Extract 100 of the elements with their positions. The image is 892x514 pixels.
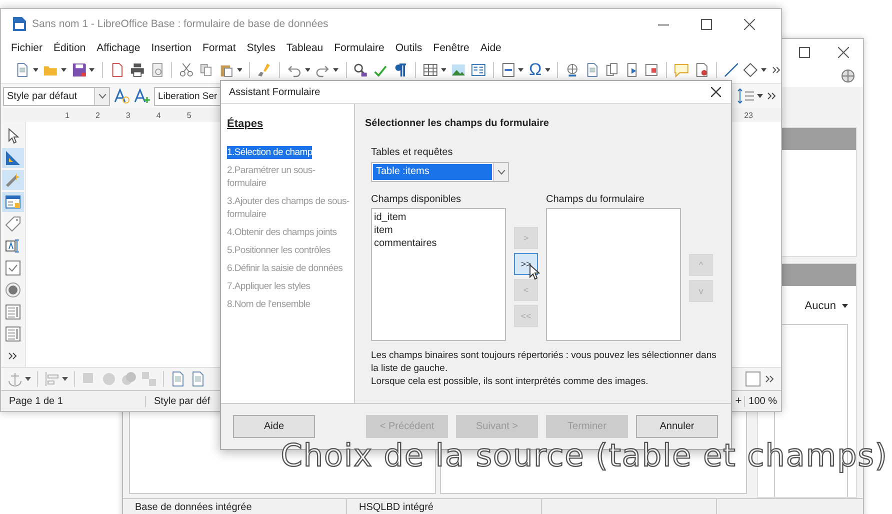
paragraph-style-combo[interactable]: Style par défaut	[3, 86, 110, 106]
status-bar-cell: HSQLBD intégré	[347, 499, 542, 514]
dialog-button[interactable]: Aide	[233, 415, 315, 438]
new-style-icon[interactable]	[134, 88, 150, 104]
note-text: Lorsque cela est possible, ils sont interprétés comme des images.	[371, 375, 650, 388]
menu-item[interactable]: Outils	[395, 42, 422, 54]
zoom-level[interactable]: 100 %	[744, 396, 781, 406]
close-icon[interactable]	[838, 46, 849, 58]
double-chevron-icon[interactable]	[772, 65, 781, 75]
page-icon[interactable]	[584, 62, 600, 78]
pdf-icon[interactable]	[110, 62, 125, 78]
ruler-number: 1	[65, 110, 70, 120]
menu-item[interactable]: Édition	[54, 42, 86, 54]
line-icon[interactable]	[724, 62, 738, 78]
dialog-title: Assistant Formulaire	[229, 86, 320, 98]
mouse-pointer-icon	[529, 264, 540, 280]
dropdown-caret-icon[interactable]	[332, 68, 339, 72]
ruler-number: 3	[126, 110, 130, 120]
menu-item[interactable]: Format	[202, 42, 236, 54]
table-dropdown[interactable]: Table :items	[371, 162, 509, 182]
ruler-number: 4	[156, 110, 161, 120]
printer-icon[interactable]	[130, 62, 145, 78]
field-label: Champs disponibles	[371, 194, 462, 205]
menu-item[interactable]: Insertion	[151, 42, 192, 54]
move-field-button[interactable]: >>	[514, 253, 538, 275]
dropdown-value[interactable]: Aucun	[804, 300, 836, 312]
ruler-number: 23	[744, 110, 753, 120]
menu-item[interactable]: Fichier	[11, 42, 43, 54]
square-icon[interactable]	[745, 371, 761, 387]
style-update-icon[interactable]	[114, 88, 130, 104]
dropdown-caret-icon[interactable]	[842, 304, 848, 308]
status-bar-text: Style par déf	[145, 396, 218, 406]
available-fields-list[interactable]: id_item item commentaires	[371, 208, 506, 341]
double-chevron-icon[interactable]	[765, 374, 775, 384]
textbox-icon[interactable]	[470, 62, 486, 78]
brush-icon[interactable]	[257, 62, 272, 78]
double-chevron-icon[interactable]	[8, 351, 18, 361]
menu-item[interactable]: Formulaire	[334, 42, 384, 54]
close-icon[interactable]	[711, 87, 721, 97]
page-heading: Sélectionner les champs du formulaire	[365, 118, 550, 129]
track-icon[interactable]	[694, 62, 709, 78]
status-bar-cell: Base de données intégrée	[123, 499, 347, 514]
menu-item[interactable]: Tableau	[286, 42, 324, 54]
zoom-in-button[interactable]: +	[733, 395, 744, 407]
table-icon[interactable]	[422, 62, 438, 78]
pilcrow-icon[interactable]	[393, 62, 408, 78]
form-fields-list[interactable]	[546, 208, 681, 341]
document-icon[interactable]	[15, 62, 30, 78]
dropdown-caret-icon[interactable]	[32, 68, 38, 72]
font-name-combo[interactable]: Liberation Ser	[154, 86, 222, 106]
chevron-down-icon	[98, 94, 106, 98]
page-icon[interactable]	[190, 371, 206, 387]
menu-item[interactable]: Affichage	[96, 42, 140, 54]
steps-heading: Étapes	[227, 118, 264, 130]
line-spacing-icon[interactable]	[737, 88, 755, 104]
note-text: Les champs binaires sont toujours répertoriés : vous pouvez les sélectionner dans la liste de gauche.	[371, 349, 718, 375]
menu-item[interactable]: Aide	[480, 42, 502, 54]
dropdown-caret-icon[interactable]	[61, 68, 67, 72]
double-chevron-icon[interactable]	[767, 91, 777, 101]
video-caption: Choix de la source (table et champs)	[280, 438, 888, 474]
copy-icon[interactable]	[199, 62, 214, 78]
list-item[interactable]: id_item	[374, 211, 503, 224]
close-icon[interactable]	[744, 18, 755, 30]
scissors-icon[interactable]	[179, 62, 194, 78]
maximize-icon[interactable]	[799, 46, 810, 58]
status-bar-text: Page 1 de 1	[8, 396, 64, 406]
dropdown-caret-icon[interactable]	[304, 68, 310, 72]
menu-item[interactable]: Fenêtre	[433, 42, 470, 54]
dialog-button[interactable]: Annuler	[636, 415, 718, 438]
page-icon[interactable]	[170, 371, 186, 387]
app-icon	[13, 17, 26, 31]
dropdown-caret-icon[interactable]	[761, 68, 767, 72]
dropdown-caret-icon[interactable]	[518, 68, 524, 72]
image-icon[interactable]	[451, 62, 466, 78]
dropdown-caret-icon[interactable]	[544, 68, 550, 72]
dropdown-caret-icon[interactable]	[440, 68, 446, 72]
pages-icon[interactable]	[604, 62, 620, 78]
save-icon[interactable]	[72, 62, 86, 78]
ruler-number: 2	[95, 110, 100, 120]
field-label: Tables et requêtes	[371, 147, 454, 158]
maximize-icon[interactable]	[701, 18, 712, 30]
ruler-number: 5	[186, 110, 192, 120]
page-split-icon[interactable]	[644, 62, 660, 78]
dropdown-caret-icon[interactable]	[62, 377, 68, 381]
dropdown-caret-icon[interactable]	[89, 68, 96, 72]
globe-icon[interactable]	[841, 69, 855, 83]
step-item[interactable]: 1.Sélection de champ	[227, 146, 312, 159]
globe-icon[interactable]	[565, 62, 580, 78]
find-icon[interactable]	[353, 62, 368, 78]
list-item[interactable]: commentaires	[374, 237, 503, 250]
menu-item[interactable]: Styles	[246, 42, 276, 54]
window-title: Sans nom 1 - LibreOffice Base : formulaire de base de données	[32, 18, 328, 30]
dropdown-caret-icon[interactable]	[25, 377, 31, 381]
diamond-icon[interactable]	[743, 62, 758, 78]
preview-icon[interactable]	[150, 62, 164, 78]
dropdown-caret-icon[interactable]	[236, 68, 242, 72]
field-icon[interactable]	[500, 62, 516, 78]
list-item[interactable]: item	[374, 224, 503, 237]
dropdown-caret-icon[interactable]	[757, 94, 763, 98]
special-character-button[interactable]: Ω	[528, 62, 542, 78]
